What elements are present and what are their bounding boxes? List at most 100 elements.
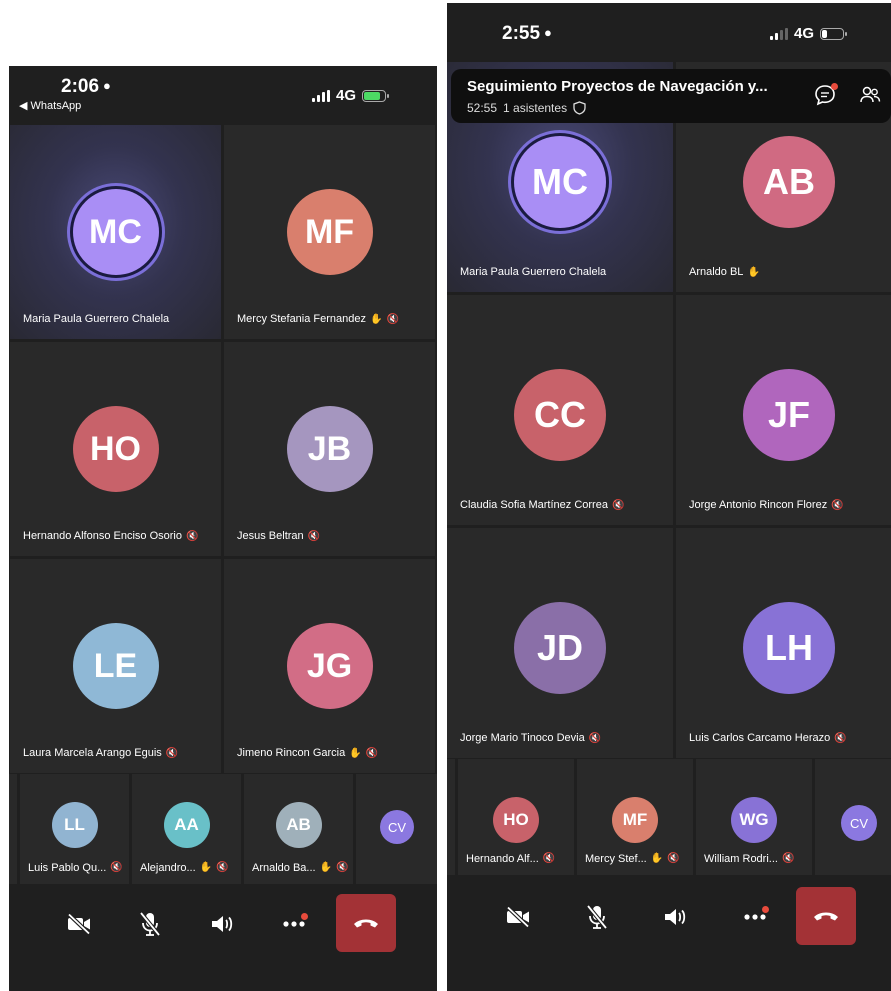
participant-name: Claudia Sofia Martínez Correa 🔇 xyxy=(460,499,624,511)
participant-name-text: Claudia Sofia Martínez Correa xyxy=(460,499,608,511)
person-icon: ● xyxy=(103,78,111,93)
notification-dot xyxy=(301,913,308,920)
participant-name: Mercy Stef... ✋ 🔇 xyxy=(585,853,680,865)
network-label: 4G xyxy=(336,87,357,104)
back-app-label: WhatsApp xyxy=(30,100,82,112)
speaker-button[interactable] xyxy=(655,897,695,937)
participant-tile[interactable]: CC Claudia Sofia Martínez Correa 🔇 xyxy=(447,295,673,525)
participant-name: Arnaldo BL ✋ xyxy=(689,266,760,278)
mic-muted-icon: 🔇 xyxy=(588,732,602,744)
mic-muted-icon: 🔇 xyxy=(216,862,229,873)
left-call-screen: 2:06 ● ◀ WhatsApp 4G MC Maria Paula Guerre… xyxy=(9,66,437,991)
participant-name-text: Hernando Alfonso Enciso Osorio xyxy=(23,530,182,542)
meeting-header[interactable]: Seguimiento Proyectos de Navegación y...… xyxy=(451,69,891,123)
meeting-elapsed: 52:55 xyxy=(467,101,498,115)
more-options-button[interactable] xyxy=(274,904,314,944)
raised-hand-icon: ✋ xyxy=(650,853,664,864)
participant-thumbnail[interactable]: AA Alejandro... ✋ 🔇 xyxy=(132,774,241,884)
participant-tile[interactable]: JD Jorge Mario Tinoco Devia 🔇 xyxy=(447,528,673,758)
participant-name-text: Luis Carlos Carcamo Herazo xyxy=(689,732,831,744)
notification-dot xyxy=(831,83,838,90)
participants-button[interactable] xyxy=(859,84,881,111)
end-call-button[interactable] xyxy=(796,887,856,945)
participant-name: Luis Pablo Qu... 🔇 xyxy=(28,862,123,874)
participant-thumbnail[interactable]: MF Mercy Stef... ✋ 🔇 xyxy=(577,759,693,875)
avatar: JD xyxy=(514,602,606,694)
person-icon: ● xyxy=(544,25,552,40)
network-label: 4G xyxy=(794,25,815,42)
signal-area: 4G xyxy=(770,25,848,42)
participant-name: Laura Marcela Arango Eguis 🔇 xyxy=(23,747,178,759)
chat-button[interactable] xyxy=(813,83,838,112)
avatar: HO xyxy=(72,406,159,492)
participant-name: Jimeno Rincon Garcia ✋ 🔇 xyxy=(237,747,378,759)
participant-name: Jorge Mario Tinoco Devia 🔇 xyxy=(460,732,601,744)
avatar: LL xyxy=(51,802,98,848)
end-call-button[interactable] xyxy=(336,894,396,952)
participant-tile[interactable]: HO Hernando Alfonso Enciso Osorio 🔇 xyxy=(10,342,221,556)
participant-tile[interactable]: LE Laura Marcela Arango Eguis 🔇 xyxy=(10,559,221,773)
more-icon xyxy=(282,920,306,928)
participant-thumbnail[interactable]: AB Arnaldo Ba... ✋ 🔇 xyxy=(244,774,353,884)
participant-thumbnail[interactable]: CV xyxy=(356,774,437,884)
participant-tile[interactable]: JB Jesus Beltran 🔇 xyxy=(224,342,435,556)
meeting-subtitle: 52:55 1 asistentes xyxy=(467,101,586,115)
speaker-button[interactable] xyxy=(202,904,242,944)
more-options-button[interactable] xyxy=(735,897,775,937)
avatar: JG xyxy=(286,623,373,709)
mic-muted-icon: 🔇 xyxy=(336,862,349,873)
more-icon xyxy=(743,913,767,921)
participant-thumbnail[interactable]: HO Hernando Alf... 🔇 xyxy=(458,759,574,875)
avatar: MF xyxy=(286,189,373,275)
avatar: CC xyxy=(514,369,606,461)
participant-thumbnail[interactable]: CV xyxy=(815,759,891,875)
mic-muted-icon: 🔇 xyxy=(611,499,625,511)
participant-tile[interactable]: MF Mercy Stefania Fernandez ✋ 🔇 xyxy=(224,125,435,339)
avatar: AB xyxy=(743,136,835,228)
participant-name: Maria Paula Guerrero Chalela xyxy=(23,313,169,325)
mic-muted-icon: 🔇 xyxy=(165,747,179,759)
mic-muted-icon: 🔇 xyxy=(110,862,123,873)
participant-thumbnail-partial[interactable] xyxy=(9,774,17,884)
mic-muted-icon: 🔇 xyxy=(667,853,680,864)
participant-name: Hernando Alfonso Enciso Osorio 🔇 xyxy=(23,530,198,542)
shield-icon xyxy=(573,101,586,115)
participant-tile[interactable]: MC Maria Paula Guerrero Chalela xyxy=(10,125,221,339)
mic-muted-icon: 🔇 xyxy=(185,530,199,542)
status-bar: 2:06 ● ◀ WhatsApp 4G xyxy=(9,66,437,124)
participant-tile[interactable]: LH Luis Carlos Carcamo Herazo 🔇 xyxy=(676,528,891,758)
back-to-app-link[interactable]: ◀ WhatsApp xyxy=(19,99,81,112)
avatar: CV xyxy=(841,805,877,841)
participant-tile[interactable]: JF Jorge Antonio Rincon Florez 🔇 xyxy=(676,295,891,525)
avatar: MC xyxy=(514,136,606,228)
participant-name: Jesus Beltran 🔇 xyxy=(237,530,320,542)
avatar: HO xyxy=(493,797,539,843)
camera-off-icon xyxy=(66,913,92,935)
microphone-toggle-button[interactable] xyxy=(130,904,170,944)
mic-off-icon xyxy=(139,911,161,937)
participant-name-text: Hernando Alf... xyxy=(466,853,539,865)
participant-name: Luis Carlos Carcamo Herazo 🔇 xyxy=(689,732,847,744)
avatar: JF xyxy=(743,369,835,461)
battery-charging-icon xyxy=(362,89,390,102)
participant-name-text: Mercy Stef... xyxy=(585,853,647,865)
speaker-icon xyxy=(662,906,688,928)
participant-thumbnail-partial[interactable] xyxy=(447,759,455,875)
participant-thumbnail[interactable]: LL Luis Pablo Qu... 🔇 xyxy=(20,774,129,884)
microphone-toggle-button[interactable] xyxy=(577,897,617,937)
participant-thumbnail[interactable]: WG William Rodri... 🔇 xyxy=(696,759,812,875)
participant-tile[interactable]: JG Jimeno Rincon Garcia ✋ 🔇 xyxy=(224,559,435,773)
signal-area: 4G xyxy=(312,87,390,104)
speaker-icon xyxy=(209,913,235,935)
camera-toggle-button[interactable] xyxy=(498,897,538,937)
participant-name-text: Arnaldo Ba... xyxy=(252,862,316,874)
mic-muted-icon: 🔇 xyxy=(781,853,795,864)
avatar: AA xyxy=(163,802,210,848)
raised-hand-icon: ✋ xyxy=(199,862,213,873)
mic-muted-icon: 🔇 xyxy=(365,747,379,759)
camera-off-icon xyxy=(505,906,531,928)
participant-name-text: Laura Marcela Arango Eguis xyxy=(23,747,162,759)
participant-name: Alejandro... ✋ 🔇 xyxy=(140,862,229,874)
camera-toggle-button[interactable] xyxy=(59,904,99,944)
notification-dot xyxy=(762,906,769,913)
